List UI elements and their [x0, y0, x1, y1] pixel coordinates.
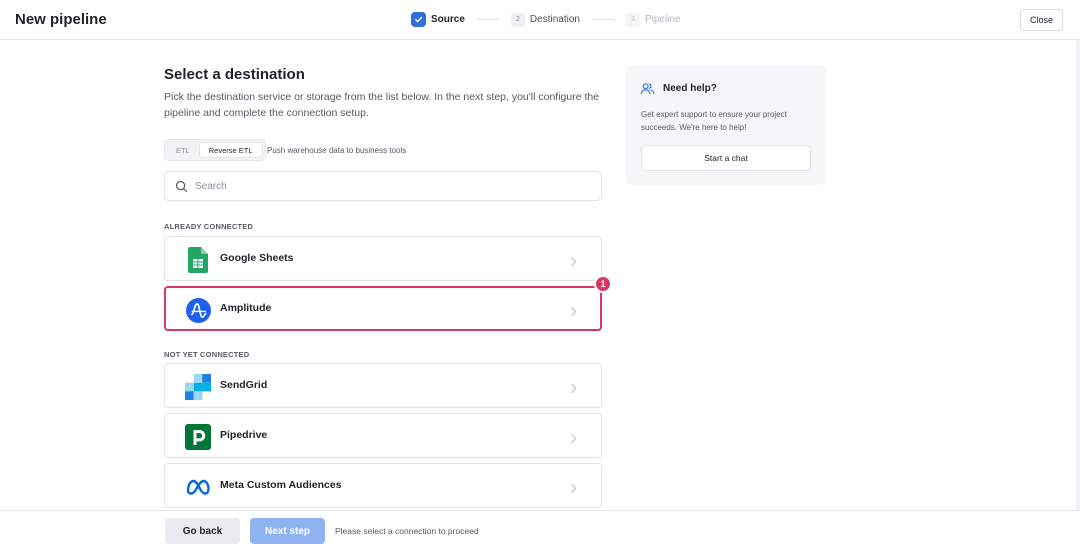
google-sheets-icon — [185, 247, 211, 273]
destination-google-sheets[interactable]: Google Sheets — [164, 236, 602, 281]
search-box[interactable] — [164, 171, 602, 201]
page-title: New pipeline — [15, 11, 107, 28]
search-icon — [175, 180, 188, 198]
go-back-button[interactable]: Go back — [165, 518, 240, 544]
step-connector — [476, 19, 499, 20]
already-connected-label: ALREADY CONNECTED — [164, 222, 254, 231]
section-title: Select a destination — [164, 66, 305, 83]
step-connector — [591, 19, 614, 20]
next-step-button[interactable]: Next step — [250, 518, 325, 544]
checkmark-icon — [411, 12, 426, 27]
destination-meta-custom-audiences[interactable]: Meta Custom Audiences — [164, 463, 602, 508]
destination-pipedrive[interactable]: Pipedrive — [164, 413, 602, 458]
toggle-reverse-etl[interactable]: Reverse ETL — [198, 142, 263, 158]
search-input[interactable] — [195, 178, 585, 195]
help-title: Need help? — [663, 83, 717, 94]
people-icon — [640, 82, 655, 100]
scrollbar[interactable] — [1076, 40, 1080, 510]
not-yet-connected-label: NOT YET CONNECTED — [164, 350, 250, 359]
sendgrid-icon — [185, 374, 211, 400]
destination-name: Amplitude — [220, 302, 272, 314]
footer-message: Please select a connection to proceed — [335, 526, 479, 536]
destination-name: Meta Custom Audiences — [220, 479, 342, 491]
footer-bar: Go back Next step Please select a connec… — [0, 510, 1080, 550]
help-card: Need help? Get expert support to ensure … — [626, 66, 826, 185]
annotation-badge: 1 — [594, 275, 612, 293]
destination-amplitude[interactable]: Amplitude — [164, 286, 602, 331]
mode-toggle: ETL Reverse ETL — [164, 139, 266, 161]
start-chat-button[interactable]: Start a chat — [641, 145, 811, 171]
close-button[interactable]: Close — [1020, 9, 1063, 31]
destination-name: Google Sheets — [220, 252, 294, 264]
top-bar: New pipeline Source 2 Destination 3 Pipe… — [0, 0, 1080, 40]
help-text: Get expert support to ensure your projec… — [641, 110, 787, 132]
step-label: Pipeline — [644, 14, 681, 25]
chevron-right-icon — [570, 381, 577, 399]
step-label: Destination — [529, 14, 580, 25]
toggle-etl[interactable]: ETL — [167, 142, 199, 158]
step-number: 3 — [625, 12, 640, 27]
step-pipeline[interactable]: 3 Pipeline — [625, 12, 681, 27]
meta-icon — [185, 474, 211, 500]
chevron-right-icon — [570, 304, 577, 322]
chevron-right-icon — [570, 254, 577, 272]
step-source[interactable]: Source — [411, 12, 465, 27]
destination-name: Pipedrive — [220, 429, 268, 441]
destination-name: SendGrid — [220, 379, 268, 391]
destination-sendgrid[interactable]: SendGrid — [164, 363, 602, 408]
mode-help-text: Push warehouse data to business tools — [267, 146, 407, 155]
pipedrive-icon — [185, 424, 211, 450]
section-description: Pick the destination service or storage … — [164, 91, 600, 119]
amplitude-icon — [185, 297, 211, 323]
step-number: 2 — [510, 12, 525, 27]
chevron-right-icon — [570, 431, 577, 449]
step-destination[interactable]: 2 Destination — [510, 12, 580, 27]
chevron-right-icon — [570, 481, 577, 499]
step-label: Source — [431, 14, 465, 25]
stepper: Source 2 Destination 3 Pipeline — [411, 11, 681, 28]
